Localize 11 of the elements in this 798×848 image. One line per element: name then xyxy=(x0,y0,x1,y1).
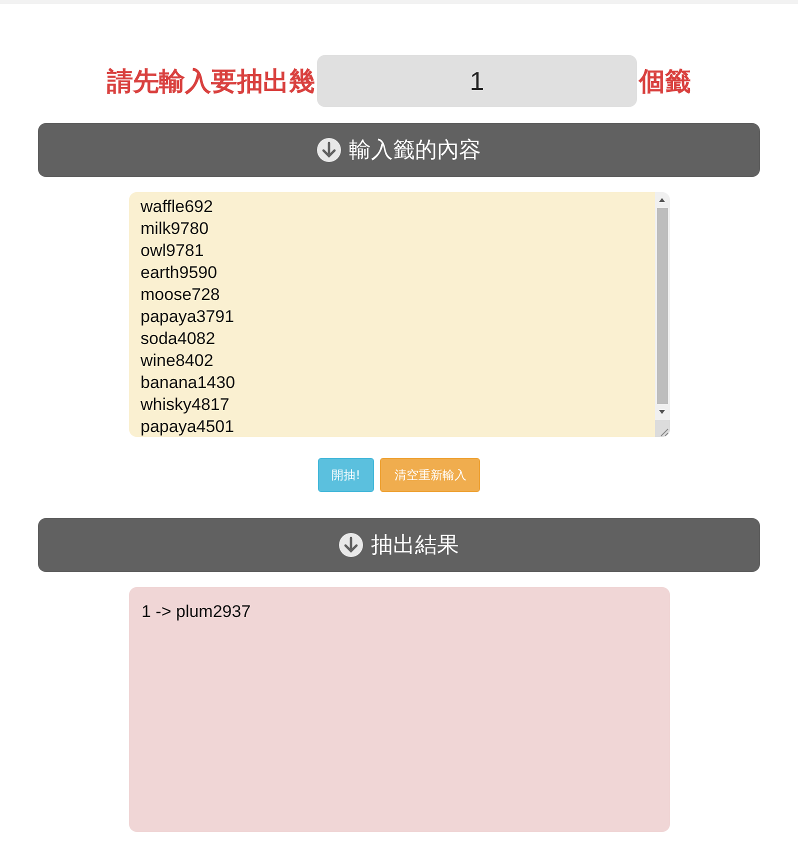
section-title: 抽出結果 xyxy=(371,532,459,560)
scrollbar[interactable] xyxy=(654,192,670,437)
count-suffix: 個籤 xyxy=(639,66,691,98)
section-title: 輸入籤的內容 xyxy=(349,137,481,165)
down-arrow-circle-icon xyxy=(317,138,341,162)
entries-textarea[interactable]: waffle692 milk9780 owl9781 earth9590 moose728 papaya3791 soda4082 wine8402 banana1430 whisky4817 papaya4501 xyxy=(128,192,654,437)
count-label: 請先輸入要抽出幾 xyxy=(107,66,315,98)
result-textarea[interactable]: 1 -> plum2937 xyxy=(128,587,670,832)
down-arrow-circle-icon xyxy=(339,533,363,557)
count-input[interactable]: 1 xyxy=(317,55,637,107)
resize-handle[interactable] xyxy=(654,420,670,437)
